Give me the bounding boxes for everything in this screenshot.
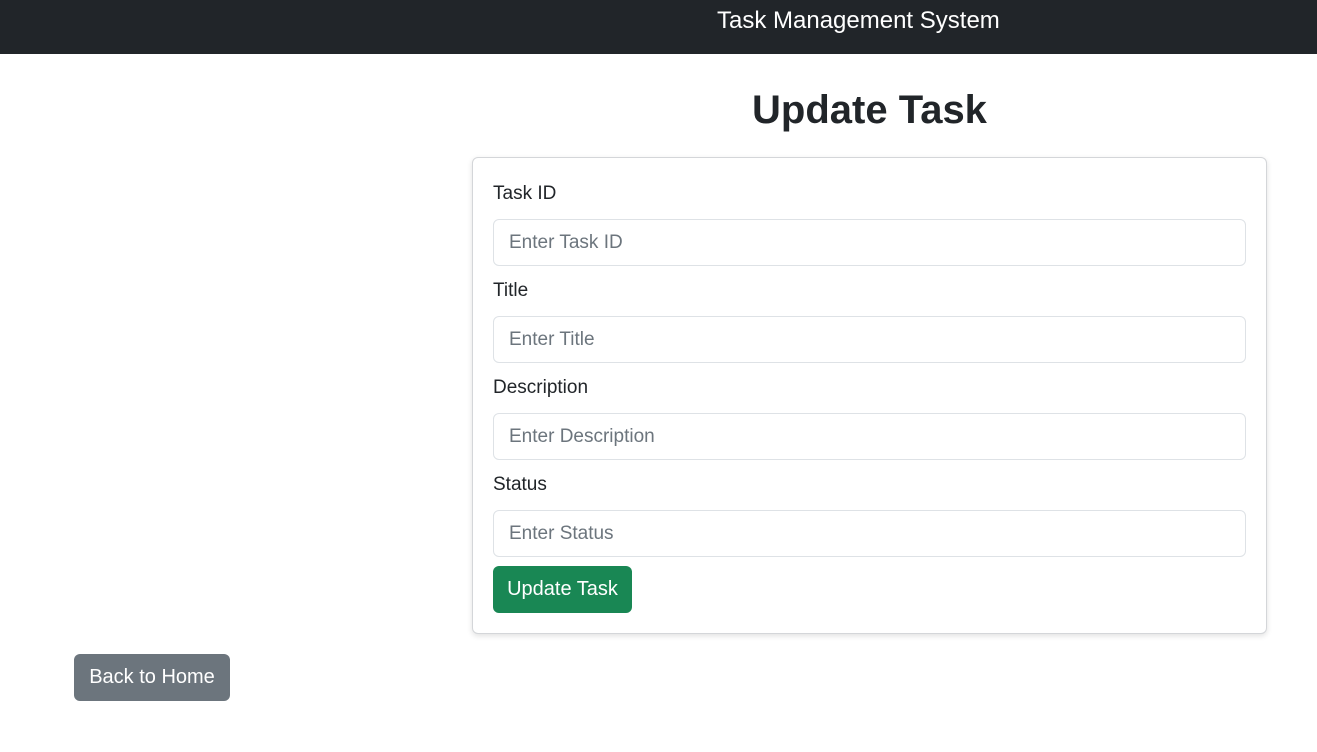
description-label: Description [493, 377, 589, 398]
navbar-brand[interactable]: Task Management System [717, 6, 1000, 36]
task-id-label: Task ID [493, 183, 557, 204]
update-task-button[interactable]: Update Task [493, 566, 632, 613]
navbar: Task Management System [0, 0, 1317, 54]
back-to-home-button[interactable]: Back to Home [74, 654, 230, 701]
page-title: Update Task [752, 88, 987, 132]
status-input[interactable] [493, 510, 1246, 557]
status-label: Status [493, 474, 547, 495]
title-input[interactable] [493, 316, 1246, 363]
update-task-form: Task ID Title Description Status Update … [472, 157, 1267, 634]
title-label: Title [493, 280, 529, 301]
description-input[interactable] [493, 413, 1246, 460]
task-id-input[interactable] [493, 219, 1246, 266]
